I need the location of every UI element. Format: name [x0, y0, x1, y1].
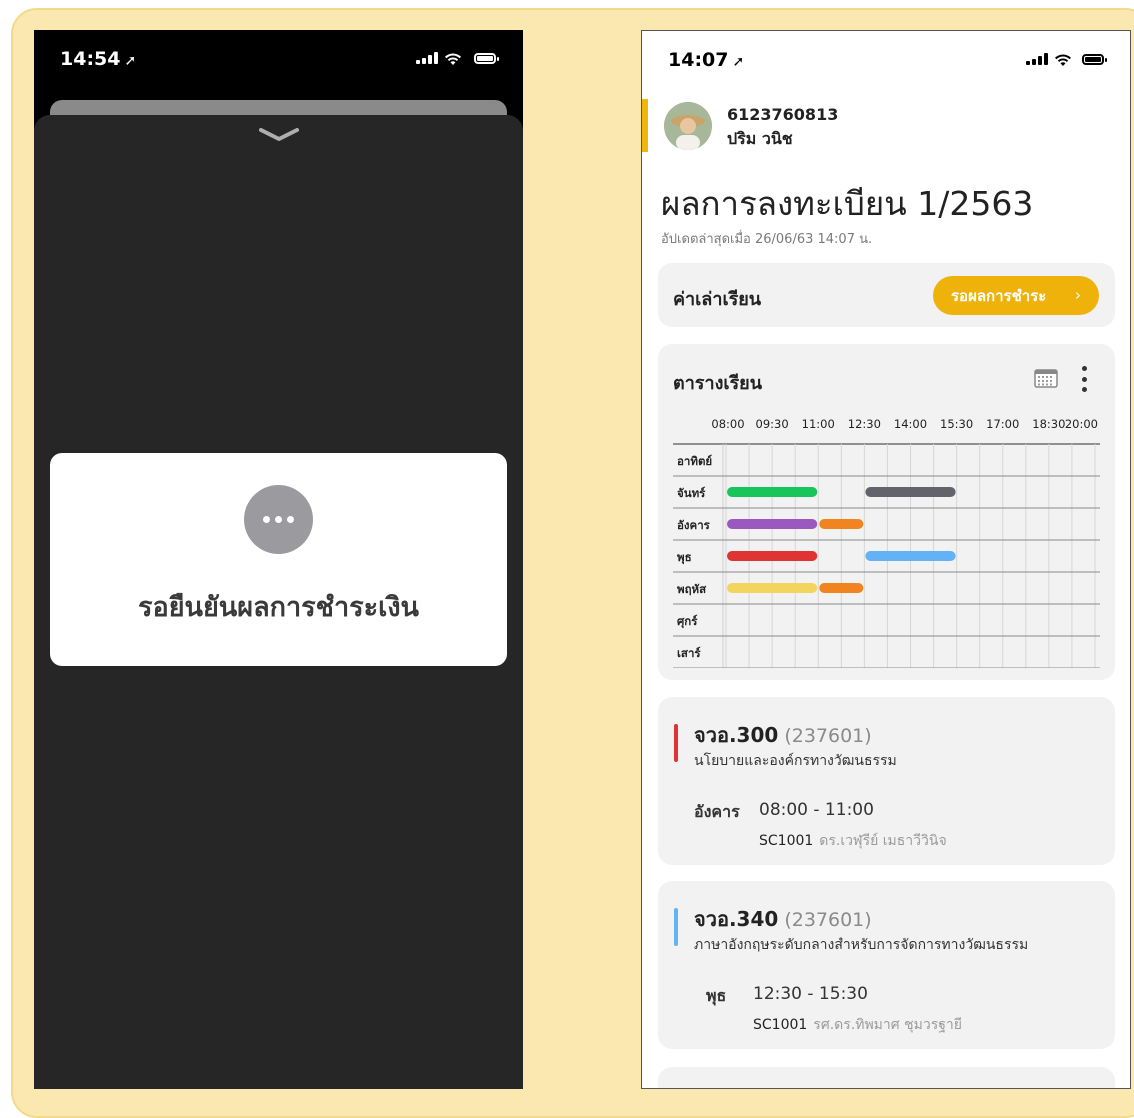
- course-name: นโยบายและองค์กรทางวัฒนธรรม: [694, 753, 897, 769]
- chevron-right-icon: ›: [1075, 286, 1081, 304]
- student-name: ปริม วนิช: [727, 129, 793, 148]
- day-label: พฤหัส: [677, 582, 707, 596]
- avatar[interactable]: [664, 102, 712, 150]
- day-label: จันทร์: [677, 486, 706, 500]
- time-tick-label: 09:30: [756, 417, 789, 431]
- signal-icon: [416, 52, 438, 64]
- class-block[interactable]: [865, 487, 956, 497]
- course-day: อังคาร: [694, 802, 740, 821]
- status-time: 14:07: [668, 49, 729, 71]
- page-title: ผลการลงทะเบียน 1/2563: [661, 184, 1034, 223]
- chevron-down-icon[interactable]: [258, 127, 300, 143]
- time-tick-label: 11:00: [802, 417, 835, 431]
- tuition-card: ค่าเล่าเรียน รอผลการชำระ ›: [658, 263, 1115, 327]
- phone-screen-right: 14:07 ➚ 6123760813 ปริม วนิช ผลการลงทะเบี…: [641, 30, 1131, 1089]
- day-label: พุธ: [677, 550, 692, 565]
- class-block[interactable]: [819, 519, 864, 529]
- course-card[interactable]: จวอ.300 (237601) นโยบายและองค์กรทางวัฒนธร…: [658, 697, 1115, 865]
- course-teacher: รศ.ดร.ทิพมาศ ชุมวรฐายี: [813, 1017, 962, 1033]
- location-arrow-icon: ➚: [124, 53, 137, 69]
- course-card[interactable]: จวอ.340 (237601) ภาษาอังกฤษระดับกลางสำหรั…: [658, 881, 1115, 1049]
- payment-status-label: รอผลการชำระ: [951, 286, 1047, 305]
- schedule-card: ตารางเรียน 08:00 09:30 11:00 12:30 14:00 15:3…: [658, 344, 1115, 680]
- day-label: อังคาร: [677, 518, 711, 532]
- course-code: จวอ.300: [694, 723, 779, 747]
- payment-pending-dialog: รอยืนยันผลการชำระเงิน: [50, 453, 507, 666]
- course-day: พุธ: [706, 986, 727, 1005]
- avatar-photo: [664, 102, 712, 150]
- course-code: จวอ.340: [694, 907, 779, 931]
- signal-icon: [1026, 53, 1048, 65]
- profile-accent-bar: [642, 99, 648, 152]
- course-name: ภาษาอังกฤษระดับกลางสำหรับการจัดการทางวัฒ…: [694, 937, 1029, 953]
- schedule-title: ตารางเรียน: [673, 373, 763, 394]
- class-block[interactable]: [727, 583, 818, 593]
- course-color-bar: [674, 724, 678, 762]
- course-section: (237601): [784, 725, 872, 747]
- calendar-grid-icon[interactable]: [1034, 368, 1058, 388]
- day-label: เสาร์: [677, 646, 701, 660]
- time-tick-label: 15:30: [940, 417, 973, 431]
- course-room: SC1001: [753, 1017, 808, 1033]
- student-id: 6123760813: [727, 105, 839, 124]
- time-tick-label: 18:30: [1032, 417, 1065, 431]
- day-label: อาทิตย์: [677, 454, 712, 468]
- class-block[interactable]: [727, 487, 818, 497]
- class-block[interactable]: [865, 551, 956, 561]
- dialog-message: รอยืนยันผลการชำระเงิน: [137, 592, 419, 623]
- course-card-peek: [658, 1067, 1115, 1088]
- timetable-grid: 08:00 09:30 11:00 12:30 14:00 15:30 17:00 18:30…: [673, 417, 1100, 668]
- last-updated: อัปเดตล่าสุดเมื่อ 26/06/63 14:07 น.: [661, 232, 873, 247]
- course-time: 12:30 - 15:30: [753, 984, 868, 1004]
- course-time: 08:00 - 11:00: [759, 800, 874, 820]
- tuition-label: ค่าเล่าเรียน: [673, 289, 762, 310]
- course-section: (237601): [784, 909, 872, 931]
- more-vertical-icon[interactable]: [1082, 366, 1088, 392]
- payment-status-button[interactable]: รอผลการชำระ ›: [933, 276, 1099, 315]
- status-bar: 14:07 ➚: [642, 45, 1130, 75]
- course-teacher: ดร.เวฬุรีย์ เมธาวีวินิจ: [819, 833, 947, 849]
- time-tick-label: 14:00: [894, 417, 927, 431]
- time-tick-label: 17:00: [986, 417, 1019, 431]
- course-color-bar: [674, 908, 678, 946]
- time-tick-label: 12:30: [848, 417, 881, 431]
- status-time: 14:54: [60, 48, 121, 70]
- wifi-icon: [1055, 54, 1071, 66]
- wifi-icon: [445, 53, 461, 65]
- more-dots-icon: [244, 485, 313, 554]
- location-arrow-icon: ➚: [732, 54, 745, 70]
- class-block[interactable]: [819, 583, 864, 593]
- battery-icon: [474, 53, 499, 64]
- phone-screen-left: 14:54 ➚ รอยืนยันผลการชำระเงิน: [34, 30, 523, 1089]
- battery-icon: [1082, 54, 1107, 65]
- status-bar: 14:54 ➚: [34, 44, 523, 74]
- day-label: ศุกร์: [677, 614, 698, 629]
- time-tick-label: 20:00: [1065, 417, 1098, 431]
- class-block[interactable]: [727, 551, 818, 561]
- course-room: SC1001: [759, 833, 814, 849]
- class-block[interactable]: [727, 519, 818, 529]
- time-tick-label: 08:00: [711, 417, 744, 431]
- bottom-sheet: รอยืนยันผลการชำระเงิน: [34, 115, 523, 1089]
